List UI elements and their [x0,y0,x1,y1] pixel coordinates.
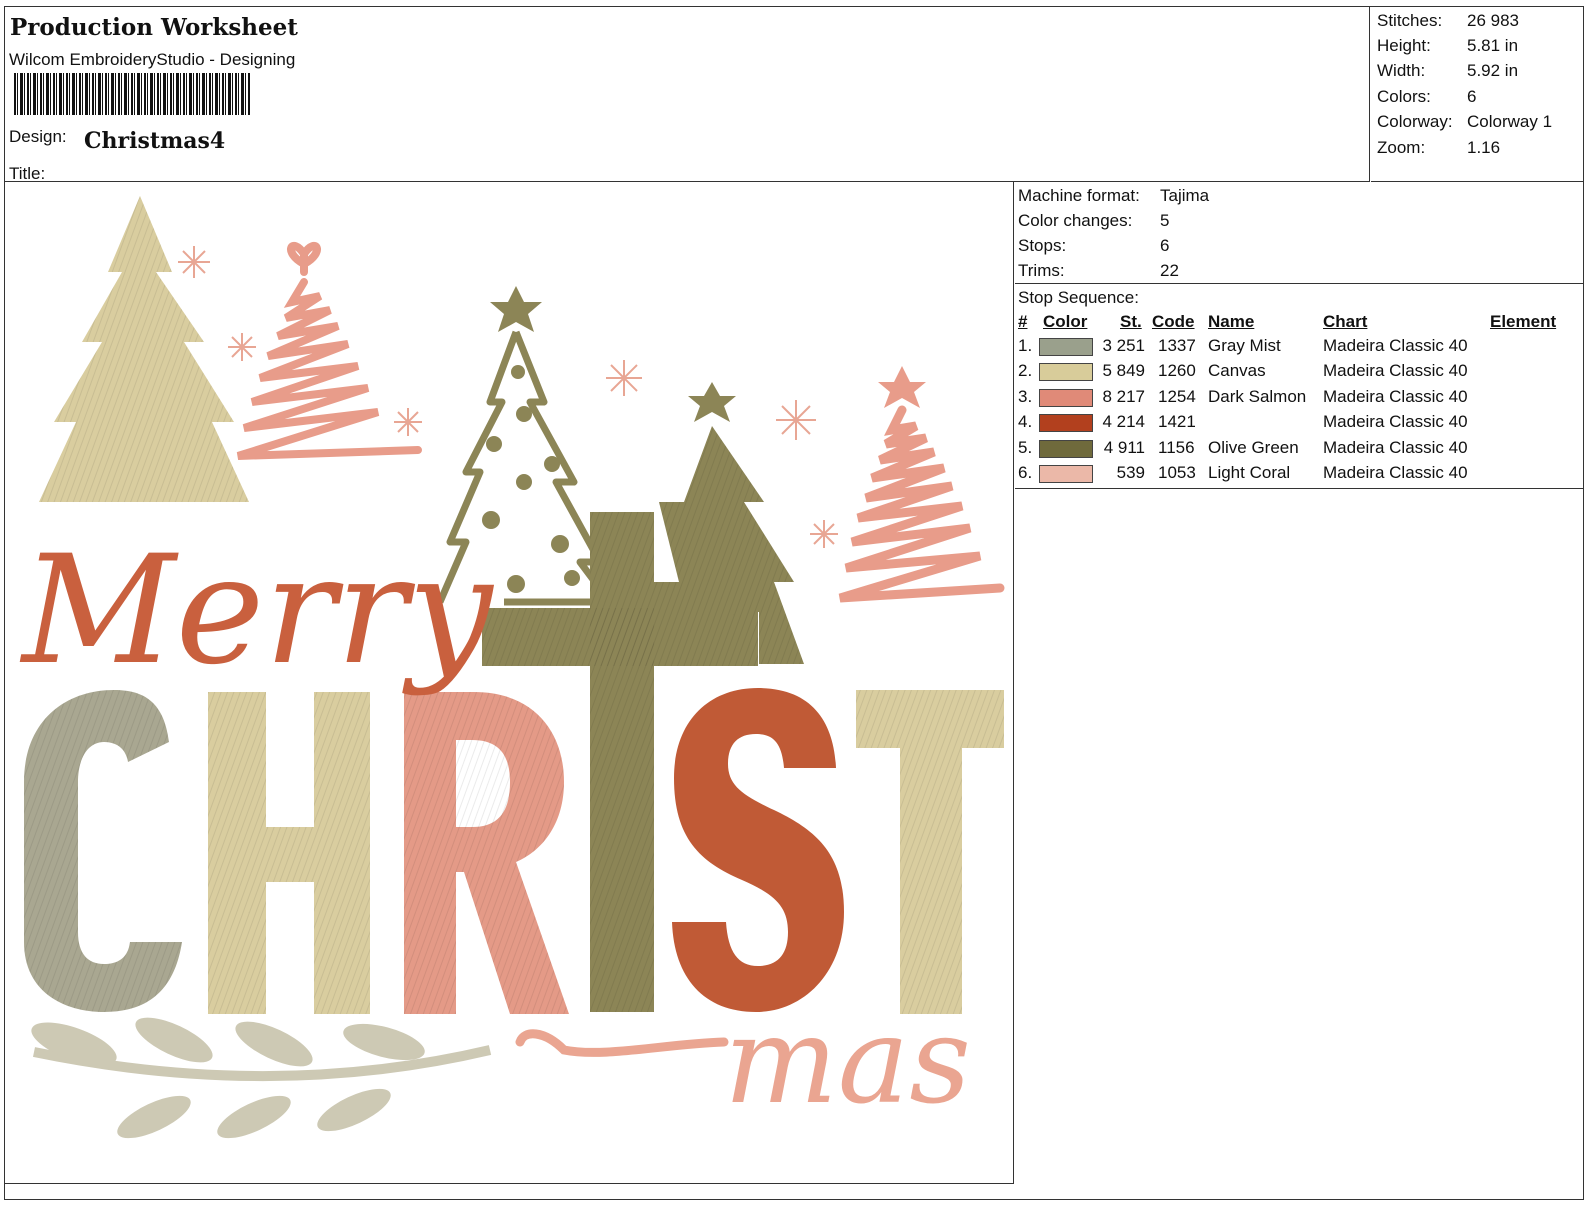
row-code: 1156 [1158,437,1195,457]
worksheet-title: Production Worksheet [10,14,298,41]
machine-format: Machine format: Tajima [1018,186,1210,205]
col-header-st: St. [1120,312,1142,331]
sequence-row: 3. 8 217 1254 Dark Salmon Madeira Classic 40 [1015,387,1584,412]
stops: Stops: 6 [1018,236,1170,255]
row-stitches: 8 217 [1102,386,1145,406]
sequence-row: 4. 4 214 1421 Madeira Classic 40 [1015,412,1584,437]
right-swirl-tree [838,366,1005,603]
row-num: 2. [1018,361,1033,381]
row-num: 6. [1018,463,1033,482]
worksheet-subtitle: Wilcom EmbroideryStudio - Designing [9,50,296,69]
row-name: Olive Green [1208,437,1299,457]
title-label: Title: [9,164,46,183]
row-code: 1260 [1158,361,1196,381]
row-code: 1254 [1158,386,1196,406]
col-header-chart: Chart [1323,312,1368,331]
row-code: 1421 [1158,412,1196,432]
design-label: Design: [9,127,67,146]
color-swatch [1039,388,1093,407]
machine-info: Machine format: Tajima Color changes: 5 St… [1015,182,1584,284]
stop-sequence: Stop Sequence: # Color St. Code Name Cha… [1015,284,1584,489]
canvas-tree [39,196,249,502]
col-header-code: Code [1152,312,1195,331]
row-name: Canvas [1208,361,1266,381]
merry-script: Merry [19,524,495,698]
row-stitches: 539 [1116,463,1145,482]
leaf-branch [31,1017,492,1139]
row-stitches: 4 911 [1103,437,1145,457]
trims: Trims: 22 [1018,261,1179,280]
barcode [14,73,250,115]
row-code: 1053 [1158,463,1196,482]
row-name: Gray Mist [1208,336,1281,355]
stat-width: Width: 5.92 in [1377,61,1519,80]
row-num: 4. [1018,412,1033,432]
col-header-element: Element [1490,312,1557,331]
row-code: 1337 [1158,336,1196,355]
col-header-color: Color [1043,312,1088,331]
sequence-row: 6. 539 1053 Light Coral Madeira Classic 40 [1015,463,1584,488]
color-swatch [1039,439,1093,458]
embroidery-artwork: Merry mas [19,196,1005,1139]
stat-height: Height: 5.81 in [1377,36,1519,55]
row-num: 5. [1018,437,1033,457]
col-header-num: # [1018,312,1028,331]
row-stitches: 5 849 [1102,361,1145,381]
color-swatch [1039,414,1093,433]
row-stitches: 3 251 [1102,336,1145,355]
row-num: 3. [1018,386,1033,406]
design-name: Christmas4 [84,128,226,154]
footer [4,1184,1584,1200]
salmon-swirl-tree [236,241,422,460]
mas-script: mas [724,992,971,1131]
row-chart: Madeira Classic 40 [1323,336,1468,355]
stat-stitches: Stitches: 26 983 [1377,11,1519,30]
design-stats: Stitches: 26 983 Height: 5.81 in Width: 5.9… [1371,6,1584,182]
row-stitches: 4 214 [1102,412,1145,432]
row-chart: Madeira Classic 40 [1323,463,1468,482]
sequence-row: 5. 4 911 1156 Olive Green Madeira Classic 40 [1015,438,1584,463]
stat-colorway: Colorway: Colorway 1 [1377,112,1553,131]
stat-colors: Colors: 6 [1377,87,1477,106]
stat-zoom: Zoom: 1.16 [1377,138,1501,157]
sequence-row: 1. 3 251 1337 Gray Mist Madeira Classic 40 [1015,336,1584,361]
color-swatch [1039,465,1093,483]
row-chart: Madeira Classic 40 [1323,437,1468,457]
worksheet-header: Production Worksheet Wilcom EmbroiderySt… [4,6,1370,183]
col-header-name: Name [1208,312,1255,331]
color-swatch [1039,363,1093,382]
color-changes: Color changes: 5 [1018,211,1170,230]
row-name: Dark Salmon [1208,386,1307,406]
row-num: 1. [1018,336,1033,355]
row-chart: Madeira Classic 40 [1323,412,1468,432]
mas-script-group: mas [515,992,971,1131]
row-chart: Madeira Classic 40 [1323,386,1468,406]
sequence-row: 2. 5 849 1260 Canvas Madeira Classic 40 [1015,361,1584,386]
design-preview: Merry mas [4,182,1014,1184]
stop-sequence-title: Stop Sequence: [1018,288,1139,307]
row-chart: Madeira Classic 40 [1323,361,1468,381]
row-name: Light Coral [1208,463,1291,482]
color-swatch [1039,338,1093,356]
